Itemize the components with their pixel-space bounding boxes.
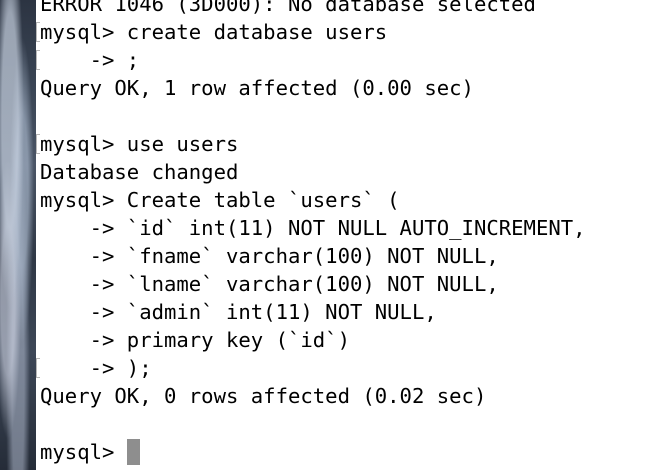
- terminal-line-query-ok-2: Query OK, 0 rows affected (0.02 sec): [40, 384, 487, 408]
- desktop-wallpaper: [0, 0, 36, 470]
- text-cursor: [126, 439, 140, 465]
- terminal-line-continuation: -> ;: [40, 48, 140, 72]
- terminal-line-column-lname: -> `lname` varchar(100) NOT NULL,: [40, 272, 499, 296]
- terminal-line-query-ok: Query OK, 1 row affected (0.00 sec): [40, 76, 474, 100]
- terminal-line-column-admin: -> `admin` int(11) NOT NULL,: [40, 300, 437, 324]
- terminal-line-database-changed: Database changed: [40, 160, 239, 184]
- terminal-line-column-id: -> `id` int(11) NOT NULL AUTO_INCREMENT,: [40, 216, 586, 240]
- terminal-line-use-users: mysql> use users: [40, 132, 239, 156]
- terminal-line-primary-key: -> primary key (`id`): [40, 328, 350, 352]
- terminal-line-create-table: mysql> Create table `users` (: [40, 188, 400, 212]
- terminal-prompt-line[interactable]: mysql>: [40, 438, 140, 466]
- terminal-prompt: mysql>: [40, 440, 127, 464]
- terminal-line-error: ERROR 1046 (3D000): No database selected: [40, 0, 536, 16]
- terminal-line-column-fname: -> `fname` varchar(100) NOT NULL,: [40, 244, 499, 268]
- terminal-line-close-paren: -> );: [40, 356, 152, 380]
- terminal-line-create-database: mysql> create database users: [40, 20, 388, 44]
- terminal-output[interactable]: ERROR 1046 (3D000): No database selected…: [36, 0, 660, 470]
